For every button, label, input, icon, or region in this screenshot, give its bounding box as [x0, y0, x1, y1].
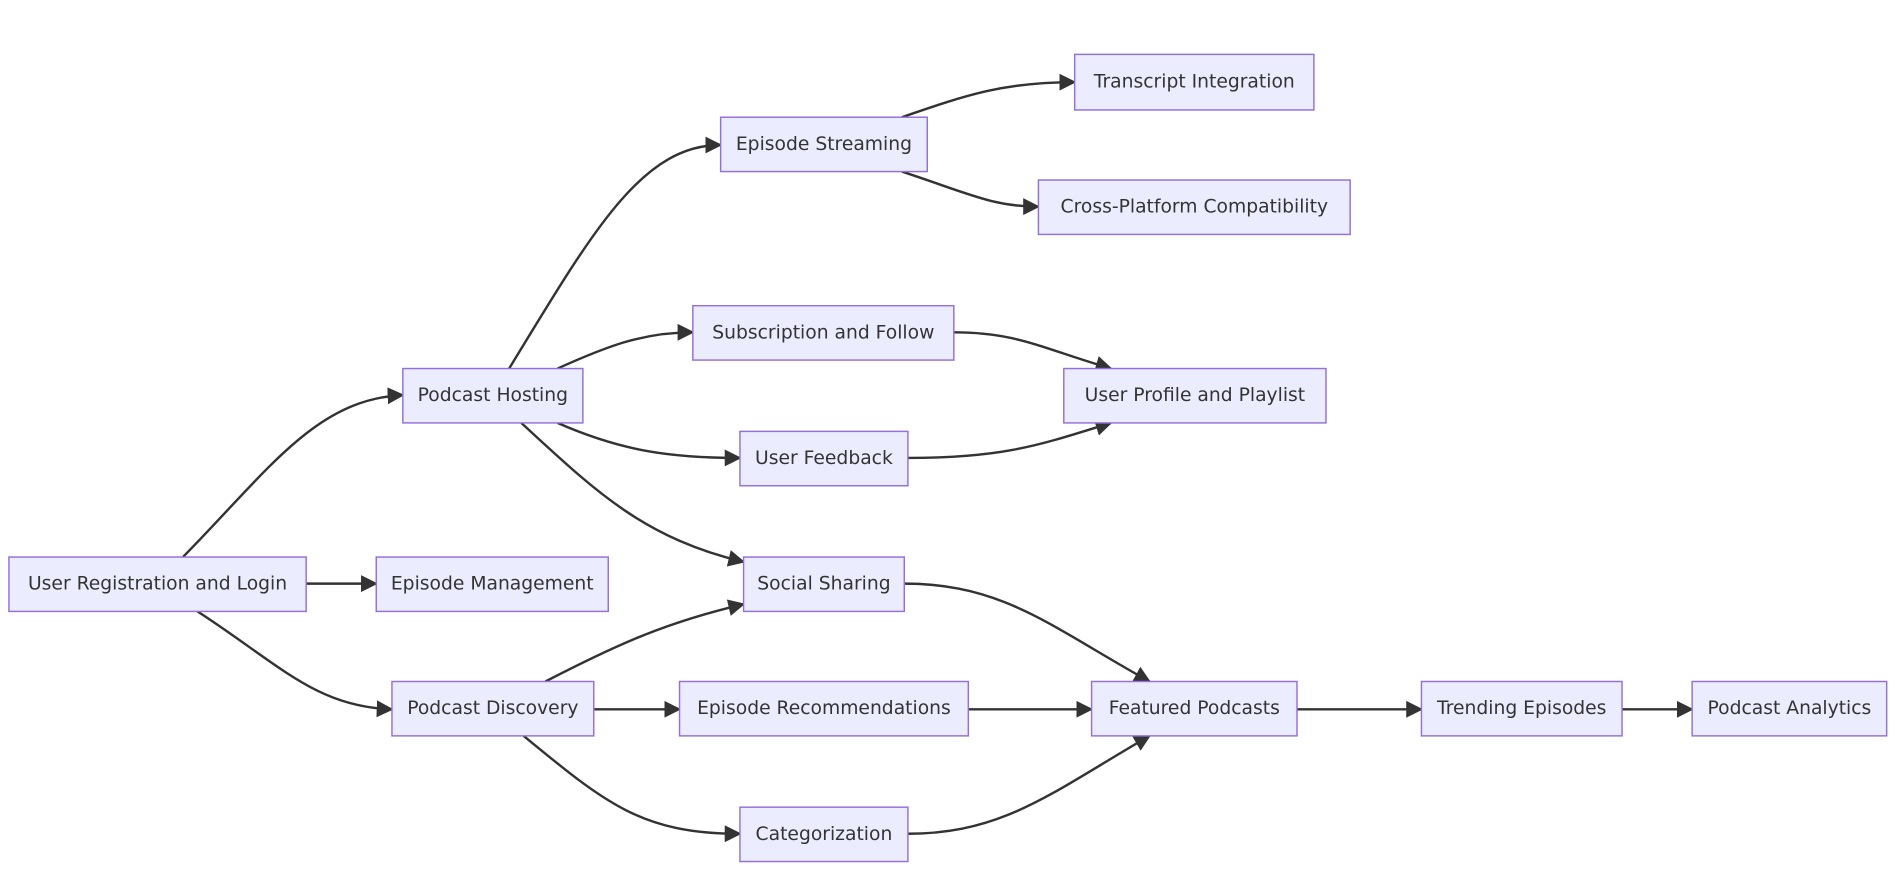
node-label: Episode Streaming [736, 134, 912, 155]
node-profile: User Profile and Playlist [1063, 367, 1327, 424]
node-label: Featured Podcasts [1109, 698, 1280, 719]
node-streaming: Episode Streaming [719, 116, 928, 173]
node-label: Cross-Platform Compatibility [1061, 197, 1329, 218]
edge-feedback-to-profile [907, 419, 1113, 460]
node-hosting: Podcast Hosting [402, 367, 584, 424]
edge-hosting-to-social [520, 422, 746, 567]
edge-reg-to-hosting [182, 387, 405, 558]
node-discovery: Podcast Discovery [391, 680, 595, 737]
edge-subscription-to-profile [953, 331, 1113, 373]
edge-category-to-featured [907, 734, 1152, 835]
node-label: Subscription and Follow [712, 322, 934, 343]
node-label: Episode Management [391, 574, 594, 595]
node-label: Podcast Discovery [407, 698, 578, 719]
node-label: Transcript Integration [1093, 72, 1295, 93]
edge-discovery-to-social [544, 599, 746, 683]
node-label: Podcast Hosting [418, 385, 568, 406]
node-epmgmt: Episode Management [375, 556, 609, 613]
node-label: Trending Episodes [1436, 698, 1606, 719]
node-label: User Registration and Login [28, 574, 287, 595]
edge-streaming-to-crossplat [901, 170, 1041, 216]
edge-hosting-to-feedback [557, 421, 742, 467]
node-label: Episode Recommendations [697, 698, 951, 719]
node-crossplat: Cross-Platform Compatibility [1037, 179, 1351, 236]
edge-streaming-to-transcript [901, 73, 1077, 119]
node-feedback: User Feedback [739, 430, 909, 487]
node-label: Social Sharing [757, 574, 890, 595]
edge-reg-to-discovery [196, 610, 394, 718]
node-featured: Featured Podcasts [1090, 680, 1298, 737]
node-recommend: Episode Recommendations [678, 680, 970, 737]
edge-hosting-to-subscription [557, 323, 695, 370]
edge-discovery-to-category [522, 734, 742, 843]
node-label: Categorization [756, 824, 893, 845]
node-transcript: Transcript Integration [1073, 53, 1315, 111]
node-label: User Feedback [755, 448, 893, 469]
node-category: Categorization [739, 806, 909, 863]
node-subscription: Subscription and Follow [692, 304, 955, 361]
node-trending: Trending Episodes [1420, 680, 1623, 737]
node-social: Social Sharing [742, 556, 906, 613]
edge-hosting-to-streaming [508, 136, 723, 370]
node-analytics: Podcast Analytics [1691, 680, 1888, 737]
node-label: User Profile and Playlist [1085, 385, 1305, 406]
node-label: Podcast Analytics [1708, 698, 1872, 719]
flowchart-diagram: User Registration and Login Episode Manag… [8, 53, 1888, 863]
edge-social-to-featured [904, 582, 1152, 683]
node-reg: User Registration and Login [8, 556, 307, 613]
